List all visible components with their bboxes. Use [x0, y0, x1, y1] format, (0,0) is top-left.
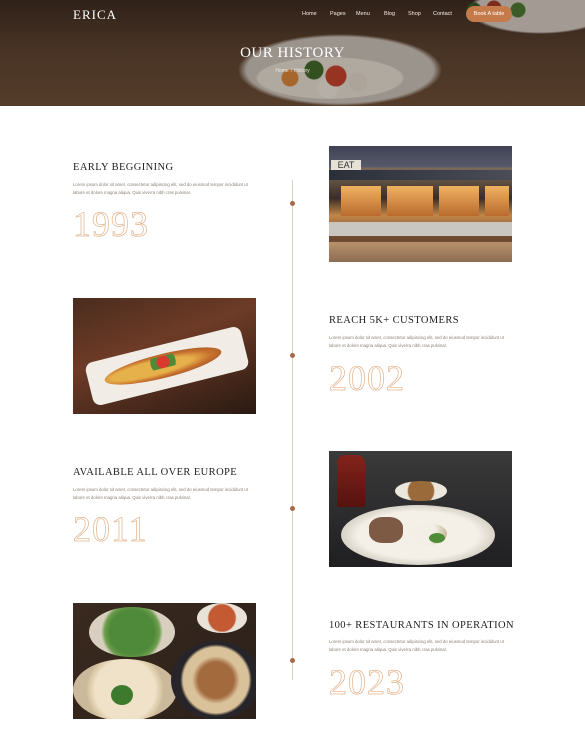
- timeline-dot: [290, 353, 295, 358]
- dumplings-photo: [73, 603, 256, 719]
- nav-item-shop[interactable]: Shop: [408, 11, 433, 17]
- diner-window: [485, 186, 509, 216]
- wine-glass: [337, 455, 365, 507]
- entry-title: AVAILABLE ALL OVER EUROPE: [73, 467, 238, 478]
- entry-description: Lorem ipsum dolor sit amet, consectetur …: [73, 487, 248, 500]
- diner-awning: [329, 170, 512, 180]
- timeline-dot: [290, 201, 295, 206]
- side-bowl: [395, 481, 447, 501]
- page-title: OUR HISTORY: [240, 45, 345, 61]
- book-table-button[interactable]: Book A table: [466, 6, 512, 22]
- street: [329, 242, 512, 262]
- entry-description: Lorem ipsum dolor sit amet, consectetur …: [329, 639, 504, 652]
- main-menu: Home Pages Menu Blog Shop Contact: [302, 11, 463, 17]
- entry-year: 2002: [329, 358, 405, 398]
- nav-item-pages[interactable]: Pages: [330, 11, 356, 17]
- plated-dish-photo: [73, 298, 256, 414]
- entry-title: 100+ RESTAURANTS IN OPERATION: [329, 620, 514, 631]
- diner-window: [341, 186, 381, 216]
- entry-title: EARLY BEGGINING: [73, 162, 174, 173]
- diner-window: [387, 186, 433, 216]
- breadcrumb-current: History: [294, 68, 310, 74]
- herb-garnish: [429, 533, 445, 543]
- entry-description: Lorem ipsum dolor sit amet, consectetur …: [73, 182, 248, 195]
- sauce-bowl: [197, 603, 247, 633]
- broccoli-garnish: [111, 685, 133, 705]
- fine-dining-photo: [329, 451, 512, 567]
- entry-description: Lorem ipsum dolor sit amet, consectetur …: [329, 335, 504, 348]
- nav-item-menu[interactable]: Menu: [356, 11, 384, 17]
- entry-year: 2011: [73, 509, 148, 549]
- plated-main: [369, 517, 403, 543]
- timeline-dot: [290, 506, 295, 511]
- breadcrumb-separator: /: [290, 68, 293, 74]
- nav-item-contact[interactable]: Contact: [433, 11, 463, 17]
- breadcrumb-home[interactable]: Home: [275, 68, 288, 74]
- restaurant-exterior-photo: EAT: [329, 146, 512, 262]
- diner-window: [439, 186, 479, 216]
- entry-year: 2023: [329, 662, 405, 702]
- nav-item-home[interactable]: Home: [302, 11, 330, 17]
- fried-dumplings-plate: [171, 641, 256, 719]
- nav-item-blog[interactable]: Blog: [384, 11, 408, 17]
- hero-banner: ERICA Home Pages Menu Blog Shop Contact …: [0, 0, 585, 106]
- top-navigation: ERICA Home Pages Menu Blog Shop Contact …: [0, 0, 585, 30]
- green-dumplings-plate: [89, 607, 175, 657]
- diner-base: [329, 222, 512, 236]
- timeline-dot: [290, 658, 295, 663]
- entry-title: REACH 5K+ CUSTOMERS: [329, 315, 460, 326]
- logo[interactable]: ERICA: [73, 7, 117, 23]
- breadcrumb: Home / History: [0, 68, 585, 74]
- timeline-line: [292, 180, 293, 680]
- entry-year: 1993: [73, 204, 149, 244]
